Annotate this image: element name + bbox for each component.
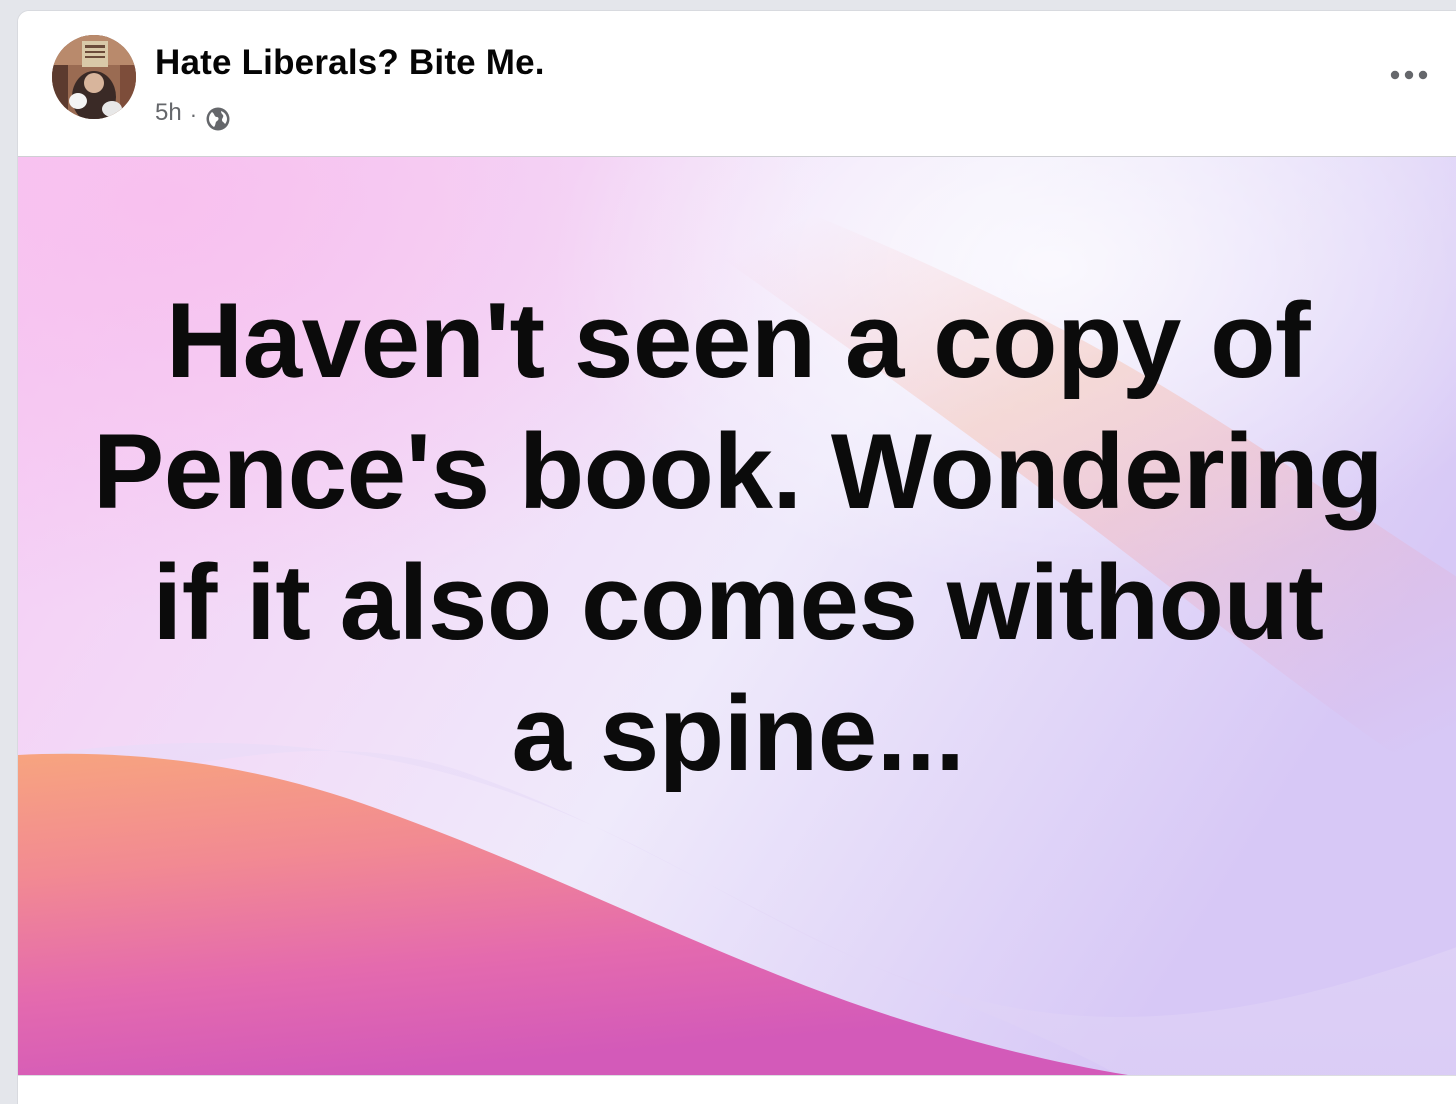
author-name[interactable]: Hate Liberals? Bite Me. — [155, 43, 545, 83]
more-options-button[interactable] — [1381, 57, 1437, 93]
post-footer — [18, 1075, 1456, 1104]
post-meta: 5h · — [155, 99, 231, 131]
image-quote-text: Haven't seen a copy of Pence's book. Won… — [92, 280, 1384, 793]
globe-icon[interactable] — [205, 106, 231, 132]
post-image[interactable]: Haven't seen a copy of Pence's book. Won… — [18, 157, 1456, 1075]
author-avatar[interactable] — [52, 35, 136, 119]
page: Hate Liberals? Bite Me. 5h · Haven't see… — [0, 0, 1456, 1104]
post-header: Hate Liberals? Bite Me. 5h · — [18, 11, 1456, 156]
post-card: Hate Liberals? Bite Me. 5h · Haven't see… — [17, 10, 1456, 1104]
post-timestamp[interactable]: 5h — [155, 99, 182, 127]
meta-separator: · — [189, 102, 198, 127]
more-options-icon — [1390, 70, 1428, 80]
avatar-photo — [52, 35, 136, 119]
